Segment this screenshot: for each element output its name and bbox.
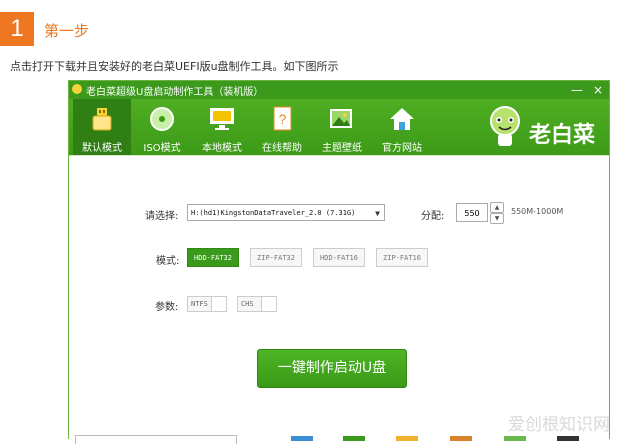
app-window: 老白菜超级U盘启动制作工具（装机版） — × 默认模式 ISO模式 本地模式 ?… <box>68 80 610 444</box>
toolbar-divider <box>69 155 609 156</box>
tab-official-site[interactable]: 官方网站 <box>373 99 431 155</box>
app-icon <box>72 84 82 94</box>
cabbage-mascot-icon <box>490 106 520 146</box>
chs-toggle[interactable]: CHS <box>237 296 277 312</box>
tab-iso-mode[interactable]: ISO模式 <box>133 99 191 155</box>
tab-label: 在线帮助 <box>262 143 302 154</box>
partition-range-hint: 550M-1000M <box>511 207 564 216</box>
partition-stepper: ▲ ▼ <box>490 202 504 224</box>
mode-zip-fat16-button[interactable]: ZIP-FAT16 <box>376 248 428 267</box>
help-book-icon: ? <box>273 106 292 131</box>
intro-text: 点击打开下载并且安装好的老白菜UEFI版u盘制作工具。如下图所示 <box>10 60 339 73</box>
tab-label: 主题壁纸 <box>322 143 362 154</box>
tab-default-mode[interactable]: 默认模式 <box>73 99 131 155</box>
tab-label: 默认模式 <box>82 143 122 154</box>
step-number-badge: 1 <box>0 12 34 46</box>
stepper-down-icon[interactable]: ▼ <box>490 213 504 224</box>
stepper-up-icon[interactable]: ▲ <box>490 202 504 213</box>
toggle-knob <box>211 297 226 311</box>
monitor-icon <box>210 108 234 130</box>
brand-logo-text: 老白菜 <box>529 123 596 148</box>
tab-local-mode[interactable]: 本地模式 <box>193 99 251 155</box>
toggle-label: NTFS <box>191 300 208 308</box>
make-bootable-usb-button[interactable]: 一键制作启动U盘 <box>257 349 407 388</box>
mode-toolbar: 默认模式 ISO模式 本地模式 ? 在线帮助 主题壁纸 官方网站 老白菜 <box>69 99 609 155</box>
disc-icon <box>150 107 174 131</box>
mode-zip-fat32-button[interactable]: ZIP-FAT32 <box>250 248 302 267</box>
tab-label: ISO模式 <box>143 143 181 154</box>
tab-theme-wallpaper[interactable]: 主题壁纸 <box>313 99 371 155</box>
drive-value: H:(hd1)KingstonDataTraveler_2.0 (7.31G) <box>191 209 356 217</box>
bottom-input-field[interactable] <box>75 435 237 444</box>
partition-size-input[interactable]: 550 <box>456 203 488 222</box>
usb-drive-icon <box>92 108 112 131</box>
ntfs-toggle[interactable]: NTFS <box>187 296 227 312</box>
title-bar: 老白菜超级U盘启动制作工具（装机版） — × <box>69 81 609 99</box>
toggle-knob <box>261 297 276 311</box>
step-title: 第一步 <box>44 22 90 40</box>
close-button[interactable]: × <box>588 81 608 99</box>
chevron-down-icon: ▼ <box>375 209 380 218</box>
watermark: 爱创根知识网 <box>508 415 610 435</box>
param-label: 参数: <box>155 302 179 313</box>
drive-select[interactable]: H:(hd1)KingstonDataTraveler_2.0 (7.31G) … <box>187 204 385 221</box>
mode-hdd-fat16-button[interactable]: HDD-FAT16 <box>313 248 365 267</box>
mode-label: 模式: <box>156 256 180 267</box>
svg-text:?: ? <box>279 111 287 127</box>
home-icon <box>390 108 414 130</box>
toggle-label: CHS <box>241 300 254 308</box>
select-label: 请选择: <box>145 211 179 222</box>
tab-online-help[interactable]: ? 在线帮助 <box>253 99 311 155</box>
tab-label: 官方网站 <box>382 143 422 154</box>
window-title: 老白菜超级U盘启动制作工具（装机版） <box>86 87 264 98</box>
mode-hdd-fat32-button[interactable]: HDD-FAT32 <box>187 248 239 267</box>
wallpaper-icon <box>330 109 352 128</box>
tab-label: 本地模式 <box>202 143 242 154</box>
minimize-button[interactable]: — <box>567 81 587 99</box>
partition-label: 分配: <box>421 211 445 222</box>
